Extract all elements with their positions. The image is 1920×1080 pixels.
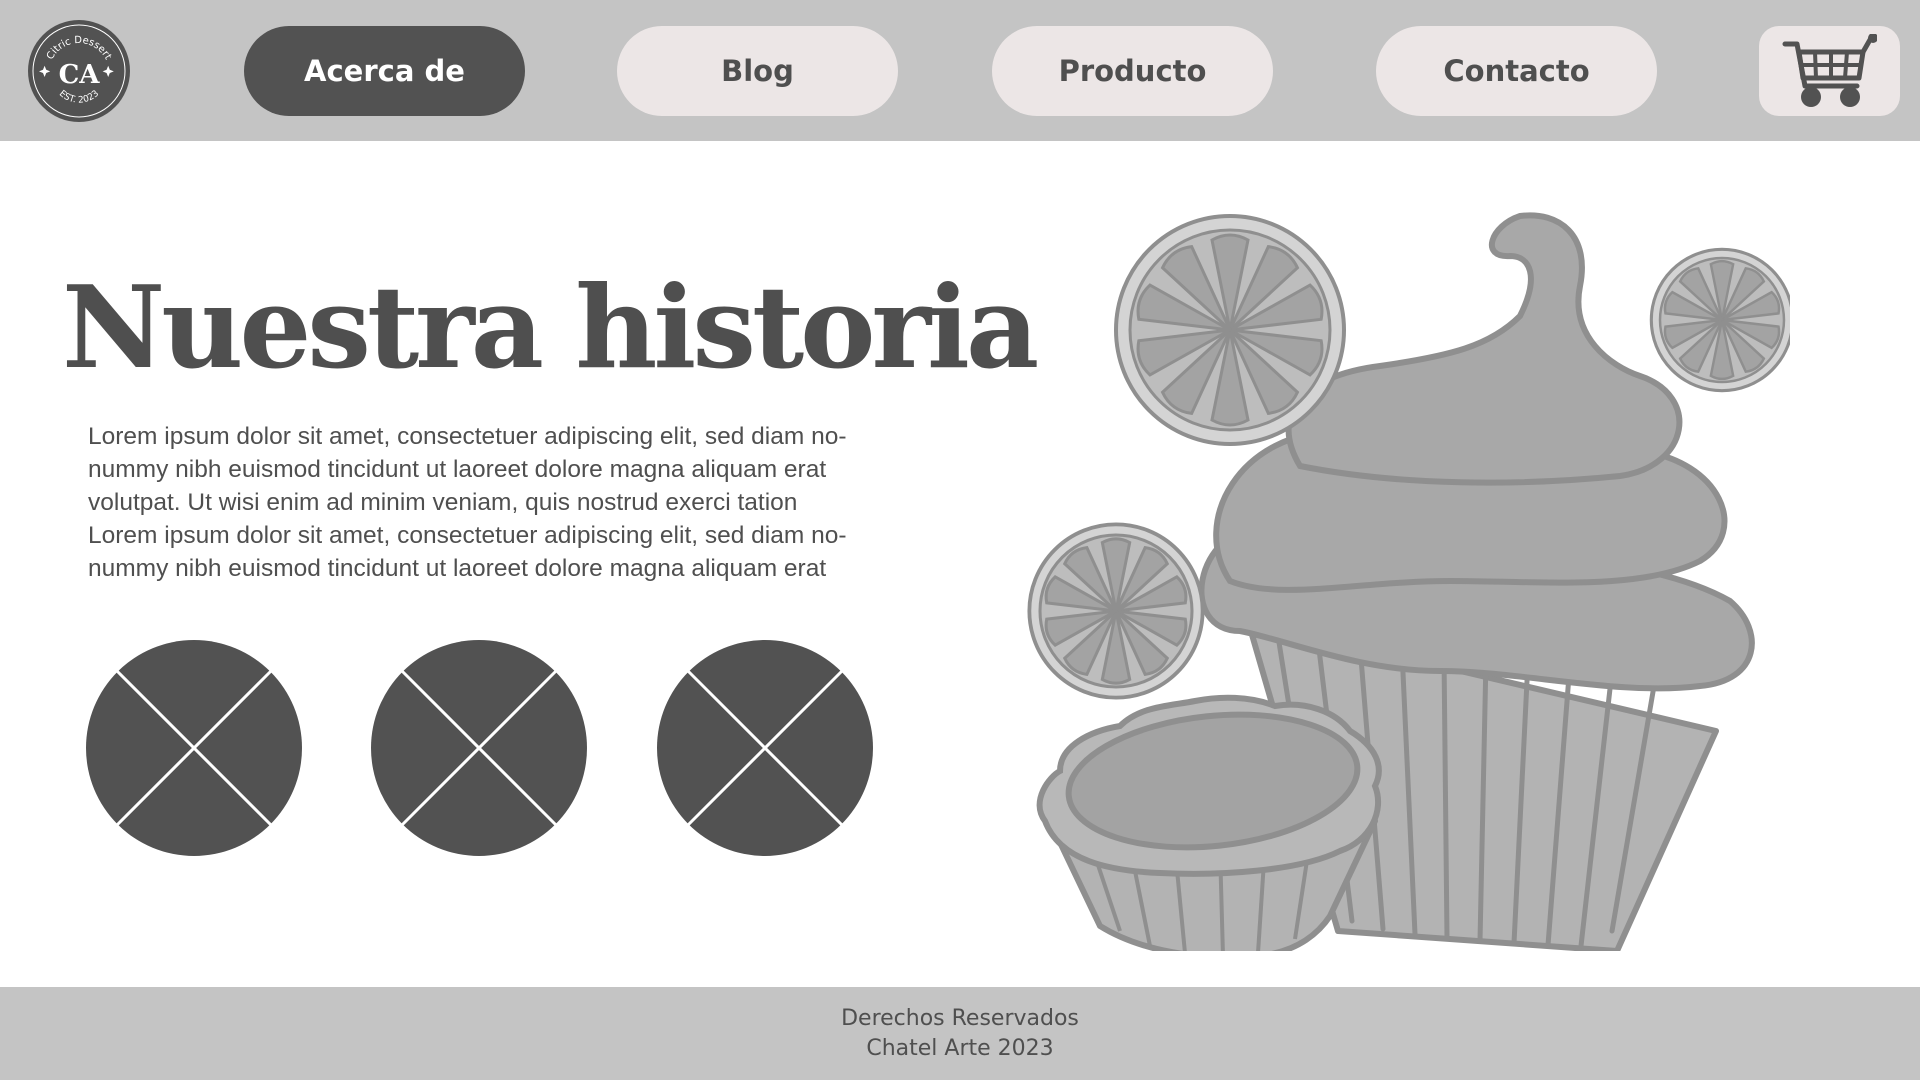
image-placeholder-icon bbox=[657, 640, 873, 856]
svg-text:CA: CA bbox=[59, 60, 101, 90]
image-placeholder-icon bbox=[86, 640, 302, 856]
paragraph-line: nummy nibh euismod tincidunt ut laoreet … bbox=[88, 456, 827, 483]
paragraph-line: nummy nibh euismod tincidunt ut laoreet … bbox=[88, 555, 827, 582]
nav-producto[interactable]: Producto bbox=[992, 26, 1273, 116]
nav-label: Acerca de bbox=[304, 54, 465, 88]
main-content: Nuestra historia Lorem ipsum dolor sit a… bbox=[0, 141, 1920, 987]
paragraph-line: volutpat. Ut wisi enim ad minim veniam, … bbox=[88, 489, 798, 516]
header-bar: Citric Dessert EST. 2023 CA Acerca de Bl… bbox=[0, 0, 1920, 141]
footer: Derechos Reservados Chatel Arte 2023 bbox=[0, 987, 1920, 1080]
cart-button[interactable] bbox=[1759, 26, 1900, 116]
lemon-slice-icon bbox=[1114, 214, 1346, 446]
footer-rights: Derechos Reservados bbox=[841, 1005, 1079, 1031]
lemon-slice-icon bbox=[1649, 247, 1790, 393]
lemon-slice-icon bbox=[1027, 522, 1205, 700]
nav-acerca-de[interactable]: Acerca de bbox=[244, 26, 525, 116]
paragraph-line: Lorem ipsum dolor sit amet, consectetuer… bbox=[88, 423, 847, 450]
nav-label: Producto bbox=[1058, 54, 1207, 88]
paragraph-line: Lorem ipsum dolor sit amet, consectetuer… bbox=[88, 522, 847, 549]
logo-badge-icon[interactable]: Citric Dessert EST. 2023 CA bbox=[27, 19, 131, 123]
nav-blog[interactable]: Blog bbox=[617, 26, 898, 116]
tart-icon bbox=[1036, 694, 1382, 951]
footer-copyright: Chatel Arte 2023 bbox=[866, 1035, 1054, 1061]
nav-label: Contacto bbox=[1443, 54, 1590, 88]
nav-label: Blog bbox=[721, 54, 794, 88]
dessert-illustration bbox=[1027, 212, 1790, 951]
shopping-cart-icon bbox=[1782, 34, 1877, 107]
page-title: Nuestra historia bbox=[62, 261, 1039, 394]
image-placeholder-icon bbox=[371, 640, 587, 856]
nav-contacto[interactable]: Contacto bbox=[1376, 26, 1657, 116]
story-paragraph: Lorem ipsum dolor sit amet, consectetuer… bbox=[88, 420, 908, 585]
